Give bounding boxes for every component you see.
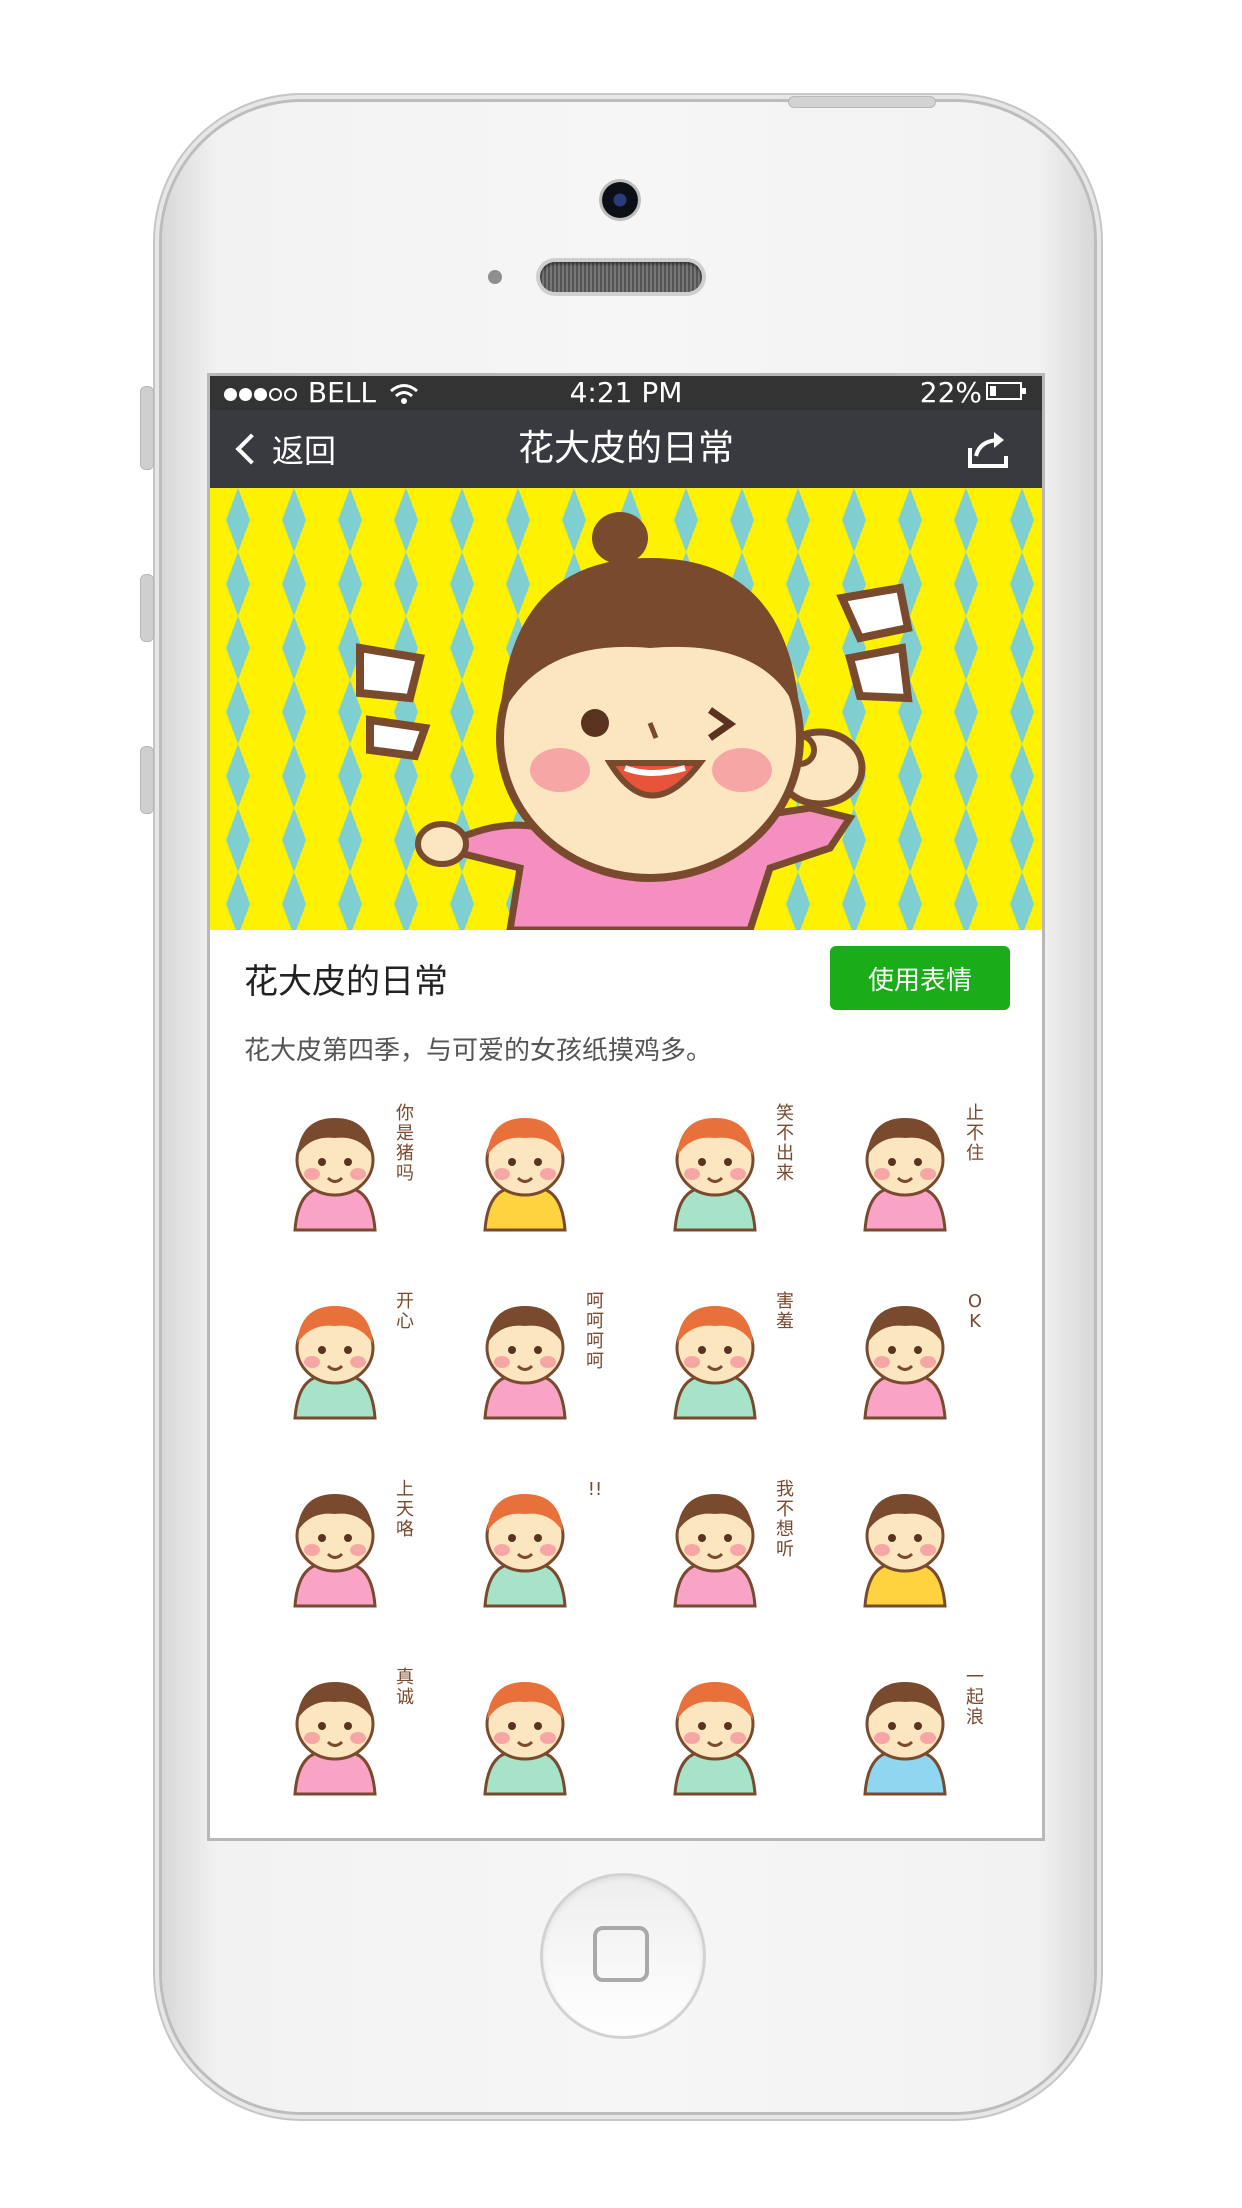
sticker-item[interactable]: 你是猪吗 bbox=[260, 1090, 414, 1240]
sticker-item[interactable]: 呵呵呵呵 bbox=[450, 1278, 604, 1428]
sticker-character-icon bbox=[483, 1494, 567, 1608]
sticker-item[interactable] bbox=[450, 1654, 600, 1804]
sticker-character-icon bbox=[293, 1306, 377, 1420]
sticker-caption: 害羞 bbox=[776, 1291, 794, 1332]
pack-title: 花大皮的日常 bbox=[244, 962, 448, 1002]
sticker-item[interactable]: 上天咯 bbox=[260, 1466, 414, 1616]
volume-down-button bbox=[140, 746, 154, 814]
sticker-character-icon bbox=[863, 1306, 947, 1420]
earpiece-speaker bbox=[540, 262, 702, 292]
sticker-caption: 一起浪 bbox=[966, 1667, 984, 1728]
screen: BELL 4:21 PM 22% 返回 花大皮的日常 花大皮的日常 使用表情 花… bbox=[207, 373, 1045, 1841]
sticker-caption: 我不想听 bbox=[776, 1479, 794, 1560]
sticker-character-icon bbox=[483, 1306, 567, 1420]
sticker-item[interactable]: 开心 bbox=[260, 1278, 414, 1428]
sticker-caption: 真诚 bbox=[396, 1667, 414, 1708]
front-camera bbox=[602, 182, 638, 218]
home-button[interactable] bbox=[543, 1876, 703, 2036]
sticker-character-icon bbox=[293, 1494, 377, 1608]
sticker-caption: 止不住 bbox=[966, 1103, 984, 1164]
navigation-bar: 返回 花大皮的日常 bbox=[210, 410, 1042, 488]
sticker-caption: 你是猪吗 bbox=[396, 1103, 414, 1184]
power-button bbox=[788, 96, 936, 108]
proximity-sensor bbox=[488, 270, 502, 284]
sticker-item[interactable]: 一起浪 bbox=[830, 1654, 984, 1804]
sticker-item[interactable]: !! bbox=[450, 1466, 602, 1616]
sticker-item[interactable]: 害羞 bbox=[640, 1278, 794, 1428]
sticker-item[interactable]: 止不住 bbox=[830, 1090, 984, 1240]
share-icon[interactable] bbox=[966, 428, 1012, 470]
nav-title: 花大皮的日常 bbox=[517, 428, 734, 469]
sticker-caption: 笑不出来 bbox=[776, 1103, 794, 1184]
battery-percent: 22% bbox=[919, 376, 982, 409]
sticker-character-icon bbox=[293, 1682, 377, 1796]
sticker-character-icon bbox=[483, 1118, 567, 1232]
sticker-item[interactable]: 我不想听 bbox=[640, 1466, 794, 1616]
home-square-icon bbox=[593, 1926, 649, 1982]
sticker-caption: !! bbox=[587, 1479, 603, 1500]
sticker-item[interactable] bbox=[640, 1654, 790, 1804]
sticker-character-icon bbox=[293, 1118, 377, 1232]
sticker-character-icon bbox=[673, 1494, 757, 1608]
sticker-item[interactable] bbox=[830, 1466, 980, 1616]
sticker-banner-image bbox=[210, 488, 1042, 930]
sticker-character-icon bbox=[863, 1682, 947, 1796]
battery-icon bbox=[986, 382, 1026, 400]
sticker-item[interactable]: 真诚 bbox=[260, 1654, 414, 1804]
status-time: 4:21 PM bbox=[569, 376, 683, 409]
pack-description: 花大皮第四季，与可爱的女孩纸摸鸡多。 bbox=[244, 1036, 713, 1066]
mute-switch bbox=[140, 386, 154, 470]
sticker-caption: 上天咯 bbox=[396, 1479, 414, 1540]
status-bar: BELL 4:21 PM 22% bbox=[210, 376, 1042, 410]
sticker-character-icon bbox=[483, 1682, 567, 1796]
sticker-item[interactable] bbox=[450, 1090, 600, 1240]
sticker-character-icon bbox=[673, 1306, 757, 1420]
use-stickers-button[interactable]: 使用表情 bbox=[830, 946, 1010, 1010]
volume-up-button bbox=[140, 574, 154, 642]
sticker-character-icon bbox=[863, 1494, 947, 1608]
sticker-character-icon bbox=[863, 1118, 947, 1232]
sticker-item[interactable]: OK bbox=[830, 1278, 982, 1428]
sticker-caption: OK bbox=[967, 1291, 983, 1332]
sticker-caption: 呵呵呵呵 bbox=[586, 1291, 604, 1372]
sticker-character-icon bbox=[673, 1682, 757, 1796]
sticker-caption: 开心 bbox=[396, 1291, 414, 1332]
sticker-character-icon bbox=[673, 1118, 757, 1232]
sticker-item[interactable]: 笑不出来 bbox=[640, 1090, 794, 1240]
